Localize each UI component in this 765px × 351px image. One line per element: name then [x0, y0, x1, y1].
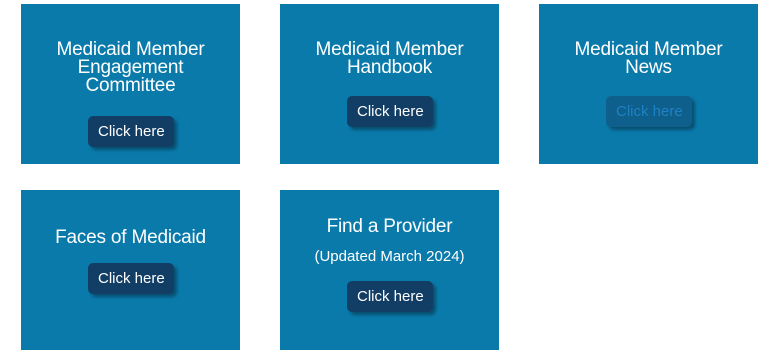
- tile-title: Find a Provider: [280, 216, 499, 237]
- title-line: News: [625, 57, 672, 78]
- tile-title: Faces of Medicaid: [21, 227, 240, 248]
- tile-find-a-provider: Find a Provider (Updated March 2024) Cli…: [280, 190, 499, 350]
- tile-title: Medicaid Member Engagement Committee: [21, 40, 240, 96]
- tile-member-news: Medicaid Member News Click here: [539, 4, 758, 164]
- title-line: Committee: [85, 75, 176, 96]
- tile-faces-of-medicaid: Faces of Medicaid Click here: [21, 190, 240, 350]
- click-here-button[interactable]: Click here: [606, 96, 692, 127]
- click-here-button[interactable]: Click here: [347, 96, 433, 127]
- title-line: Handbook: [346, 57, 433, 78]
- tile-title: Medicaid Member Handbook: [280, 40, 499, 78]
- title-line: Find a Provider: [326, 216, 453, 237]
- tile-engagement-committee: Medicaid Member Engagement Committee Cli…: [21, 4, 240, 164]
- tile-subtitle: (Updated March 2024): [314, 248, 465, 265]
- tile-title: Medicaid Member News: [539, 40, 758, 78]
- click-here-button[interactable]: Click here: [88, 263, 174, 294]
- click-here-button[interactable]: Click here: [88, 116, 174, 147]
- click-here-button[interactable]: Click here: [347, 281, 433, 312]
- title-line: Faces of Medicaid: [55, 227, 206, 248]
- tile-member-handbook: Medicaid Member Handbook Click here: [280, 4, 499, 164]
